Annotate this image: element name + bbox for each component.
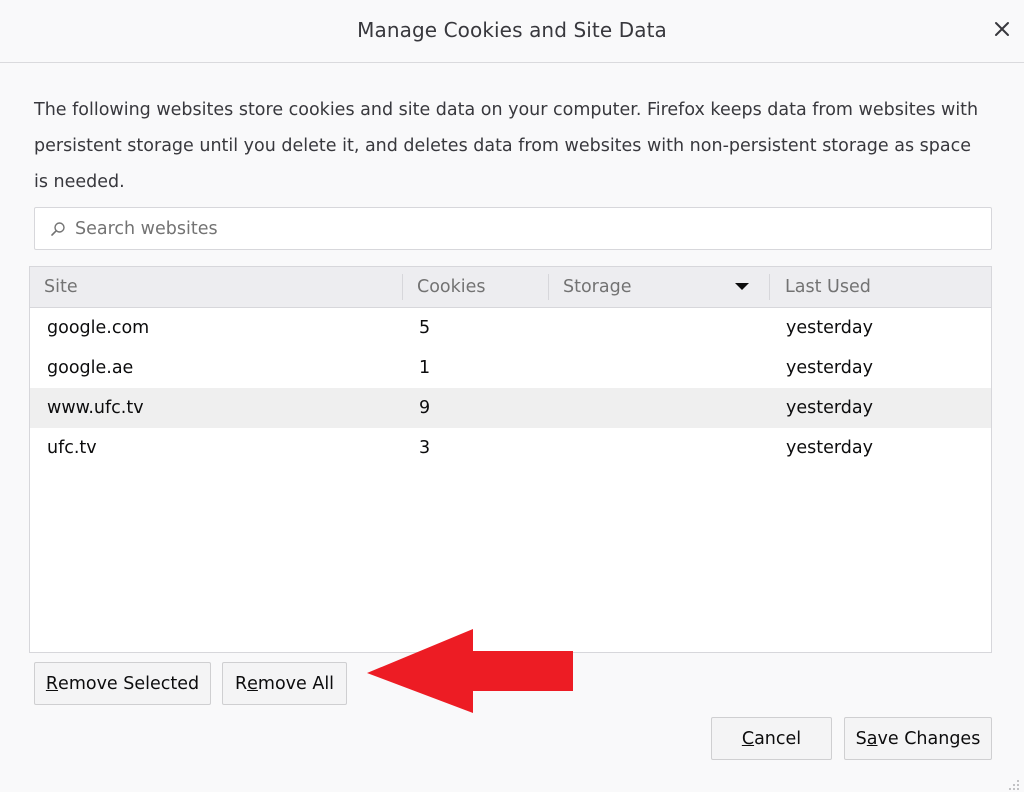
last-used-cell: yesterday <box>786 398 873 418</box>
table-row[interactable]: ufc.tv 3 yesterday <box>30 428 991 468</box>
last-used-cell: yesterday <box>786 438 873 458</box>
cookies-cell: 5 <box>419 318 431 338</box>
last-used-cell: yesterday <box>786 358 873 378</box>
caret-down-icon <box>735 267 749 307</box>
manage-cookies-dialog: Manage Cookies and Site Data The followi… <box>0 0 1024 792</box>
button-label: emove Selected <box>58 673 200 694</box>
accesskey-letter: e <box>247 673 258 694</box>
button-label: move All <box>257 673 335 694</box>
search-icon <box>49 220 67 238</box>
accesskey-letter: a <box>866 728 878 749</box>
last-used-cell: yesterday <box>786 318 873 338</box>
button-label: ancel <box>754 728 802 749</box>
remove-selected-button[interactable]: Remove Selected <box>34 662 211 705</box>
column-header-storage[interactable]: Storage <box>563 267 733 307</box>
column-header-last-used[interactable]: Last Used <box>785 267 985 307</box>
red-arrow-left-icon <box>365 627 577 719</box>
cookies-cell: 9 <box>419 398 431 418</box>
table-row[interactable]: google.com 5 yesterday <box>30 308 991 348</box>
resize-grip-icon[interactable] <box>1008 776 1020 790</box>
table-row[interactable]: google.ae 1 yesterday <box>30 348 991 388</box>
close-icon <box>994 18 1010 43</box>
table-row-selected[interactable]: www.ufc.tv 9 yesterday <box>30 388 991 428</box>
dialog-description: The following websites store cookies and… <box>34 100 979 192</box>
site-cell: ufc.tv <box>47 438 97 458</box>
site-cell: google.ae <box>47 358 134 378</box>
button-label: R <box>234 673 248 694</box>
remove-all-button[interactable]: Re move All <box>222 662 347 705</box>
column-divider[interactable] <box>769 274 770 300</box>
site-cell: google.com <box>47 318 150 338</box>
search-input[interactable] <box>75 218 955 239</box>
column-header-cookies[interactable]: Cookies <box>417 267 547 307</box>
button-label: S <box>855 728 867 749</box>
cookies-cell: 1 <box>419 358 431 378</box>
site-cell: www.ufc.tv <box>47 398 144 418</box>
cancel-button[interactable]: Cancel <box>711 717 832 760</box>
dialog-title: Manage Cookies and Site Data <box>357 18 667 42</box>
close-button[interactable] <box>988 14 1016 46</box>
site-data-table: Site Cookies Storage Last Used google.co… <box>29 266 992 653</box>
cookies-cell: 3 <box>419 438 431 458</box>
save-changes-button[interactable]: Sa ve Changes <box>844 717 992 760</box>
accesskey-letter: R <box>45 673 59 694</box>
column-divider[interactable] <box>548 274 549 300</box>
column-divider[interactable] <box>402 274 403 300</box>
button-label: ve Changes <box>877 728 981 749</box>
column-header-site[interactable]: Site <box>44 267 402 307</box>
table-header: Site Cookies Storage Last Used <box>30 267 991 308</box>
search-box[interactable] <box>34 207 992 250</box>
accesskey-letter: C <box>741 728 755 749</box>
dialog-titlebar: Manage Cookies and Site Data <box>0 0 1024 63</box>
